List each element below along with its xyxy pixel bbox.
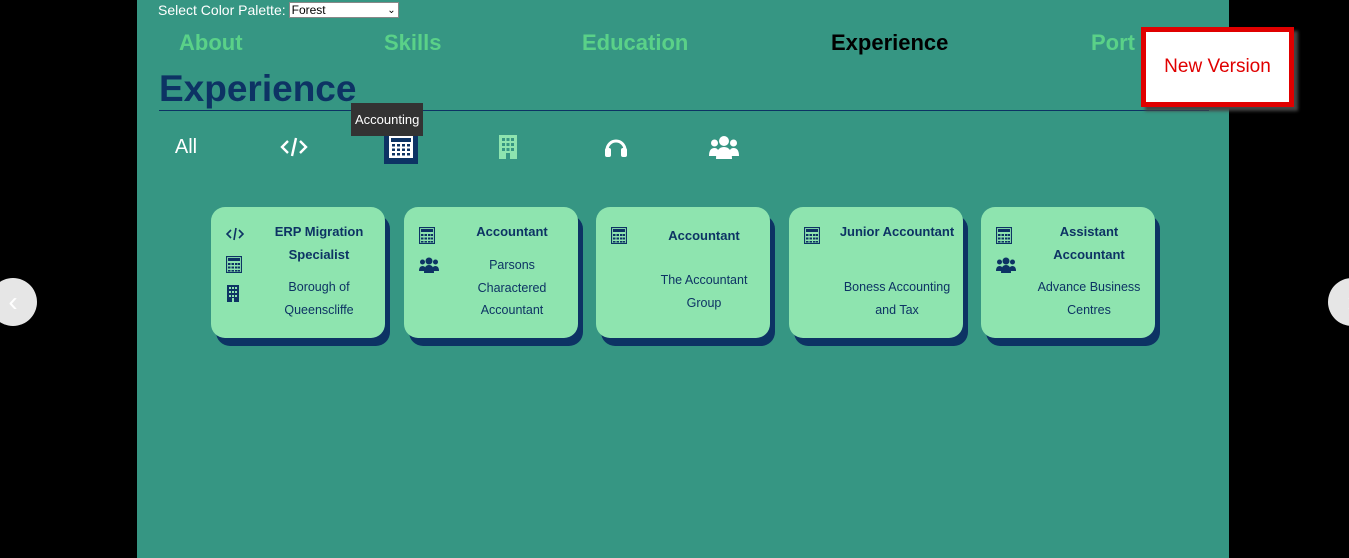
new-version-button[interactable]: New Version — [1141, 27, 1294, 107]
experience-card[interactable]: Junior Accountant Boness Accounting and … — [789, 207, 963, 338]
card-company: The Accountant Group — [660, 273, 748, 310]
code-icon — [225, 227, 246, 256]
carousel-next-button[interactable]: › — [1328, 278, 1349, 326]
title-divider — [159, 110, 1209, 111]
nav-about[interactable]: About — [179, 30, 243, 56]
experience-filters: All — [137, 130, 1229, 166]
building-icon — [499, 135, 517, 159]
chevron-left-icon: ‹ — [8, 286, 18, 317]
experience-card[interactable]: Accountant The Accountant Group — [596, 207, 770, 338]
main-nav: About Skills Education Experience Port — [137, 30, 1229, 60]
building-icon — [226, 285, 246, 314]
card-company: Parsons Charactered Accountant — [477, 258, 547, 317]
card-role: Accountant — [476, 224, 548, 239]
card-company: Boness Accounting and Tax — [843, 280, 951, 317]
card-role: Assistant Accountant — [1053, 224, 1125, 262]
nav-education[interactable]: Education — [582, 30, 688, 56]
palette-label: Select Color Palette: — [158, 2, 286, 18]
users-icon — [996, 256, 1016, 285]
card-role: Junior Accountant — [839, 224, 955, 239]
nav-portfolio[interactable]: Port — [1091, 30, 1135, 56]
page-title: Experience — [159, 68, 357, 109]
palette-selected-value: Forest — [291, 3, 326, 17]
card-role: Accountant — [668, 228, 740, 243]
filter-team[interactable] — [707, 130, 741, 164]
calculator-icon — [389, 136, 413, 158]
card-icons — [995, 226, 1016, 285]
experience-card[interactable]: ERP Migration Specialist Borough of Quee… — [211, 207, 385, 338]
new-version-label: New Version — [1164, 56, 1271, 77]
filter-business[interactable] — [491, 130, 525, 164]
carousel-prev-button[interactable]: ‹ — [0, 278, 37, 326]
filter-support[interactable] — [599, 130, 633, 164]
users-icon — [709, 136, 739, 159]
code-icon — [280, 137, 308, 157]
filter-development[interactable] — [277, 130, 311, 164]
chevron-down-icon: ⌄ — [387, 4, 396, 16]
palette-select[interactable]: Forest ⌄ — [288, 2, 399, 18]
card-icons — [225, 227, 246, 314]
calculator-icon — [225, 255, 246, 285]
nav-experience[interactable]: Experience — [831, 30, 948, 56]
experience-card[interactable]: Accountant Parsons Charactered Accountan… — [404, 207, 578, 338]
card-icons — [610, 226, 631, 256]
portfolio-page: Select Color Palette: Forest ⌄ About Ski… — [137, 0, 1229, 558]
filter-all-label: All — [174, 135, 198, 158]
headset-icon — [605, 139, 627, 157]
calculator-icon — [418, 226, 439, 256]
filter-tooltip: Accounting — [351, 103, 424, 136]
card-company: Borough of Queenscliffe — [284, 280, 354, 317]
nav-skills[interactable]: Skills — [384, 30, 441, 56]
card-company: Advance Business Centres — [1037, 280, 1141, 317]
calculator-icon — [610, 226, 631, 256]
card-icons — [803, 226, 824, 256]
experience-card[interactable]: Assistant Accountant Advance Business Ce… — [981, 207, 1155, 338]
filter-all[interactable]: All — [167, 130, 205, 164]
calculator-icon — [995, 226, 1016, 256]
users-icon — [419, 256, 439, 285]
card-role: ERP Migration Specialist — [274, 224, 364, 262]
palette-selector-row: Select Color Palette: Forest ⌄ — [158, 2, 399, 18]
calculator-icon — [803, 226, 824, 256]
card-icons — [418, 226, 439, 285]
